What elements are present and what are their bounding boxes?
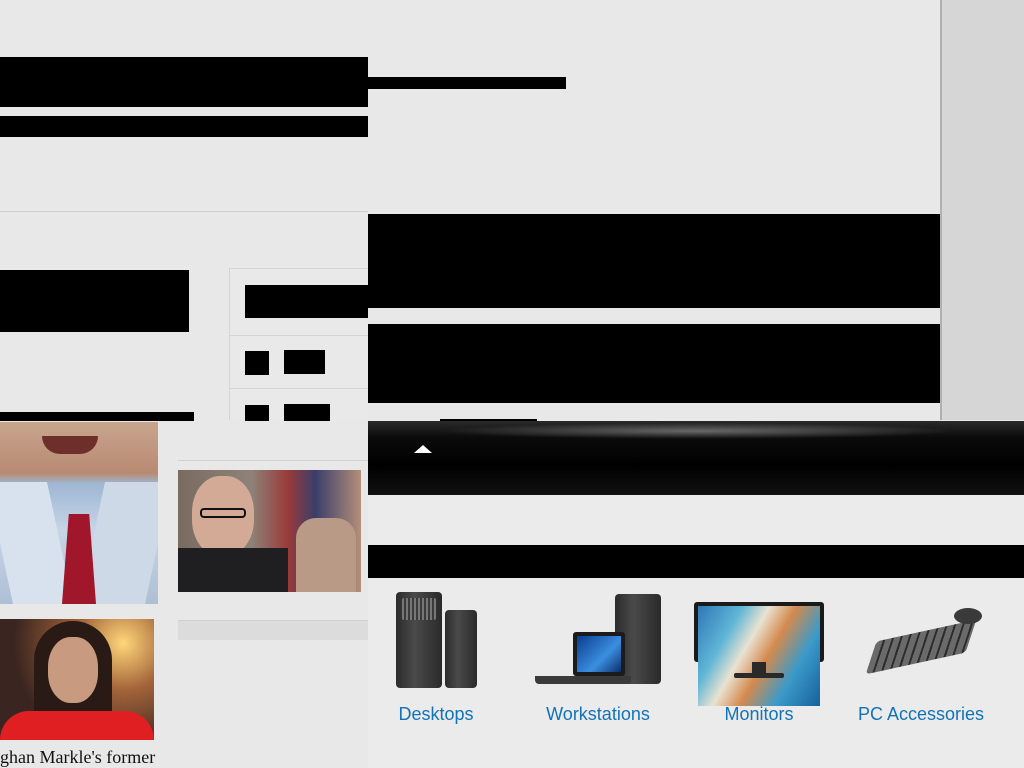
product-label[interactable]: PC Accessories: [846, 704, 996, 725]
redacted-ad-block: [368, 324, 941, 403]
scrollbar-track[interactable]: [942, 0, 1024, 420]
panel-divider: [230, 388, 368, 389]
product-monitors[interactable]: Monitors: [684, 590, 834, 725]
keyboard-mouse-icon: [846, 590, 996, 690]
product-label[interactable]: Workstations: [523, 704, 673, 725]
dell-banner-bar: [368, 421, 1024, 495]
redacted-list-label[interactable]: [284, 404, 330, 421]
workstation-icon: [523, 590, 673, 690]
product-workstations[interactable]: Workstations: [523, 590, 673, 725]
redacted-section-title: [0, 270, 189, 332]
news-card-footer: [178, 620, 368, 640]
chevron-up-icon[interactable]: [414, 445, 432, 453]
desktop-tower-icon: [361, 590, 511, 690]
redacted-text-strip: [0, 412, 194, 421]
redacted-list-icon[interactable]: [245, 351, 269, 375]
product-label[interactable]: Desktops: [361, 704, 511, 725]
monitor-icon: [684, 590, 834, 706]
redacted-panel-title: [245, 285, 368, 318]
section-divider: [0, 211, 368, 212]
redacted-ad-block: [368, 214, 941, 308]
product-desktops[interactable]: Desktops: [361, 590, 511, 725]
redacted-subheadline-block: [0, 116, 368, 137]
redacted-list-icon[interactable]: [245, 405, 269, 421]
news-caption[interactable]: ghan Markle's former: [0, 747, 170, 768]
redacted-dell-heading: [368, 545, 1024, 578]
panel-divider: [230, 335, 368, 336]
news-photo-woman-red-dress[interactable]: [0, 619, 154, 740]
redacted-headline-block: [0, 57, 368, 107]
news-card-border: [178, 460, 368, 461]
news-photo-man-with-glasses[interactable]: [178, 470, 361, 592]
redacted-list-label[interactable]: [284, 350, 325, 374]
product-pc-accessories[interactable]: PC Accessories: [846, 590, 996, 725]
redacted-headline-extension: [368, 77, 566, 89]
product-label[interactable]: Monitors: [684, 704, 834, 725]
news-photo-man-in-tie[interactable]: [0, 422, 158, 604]
